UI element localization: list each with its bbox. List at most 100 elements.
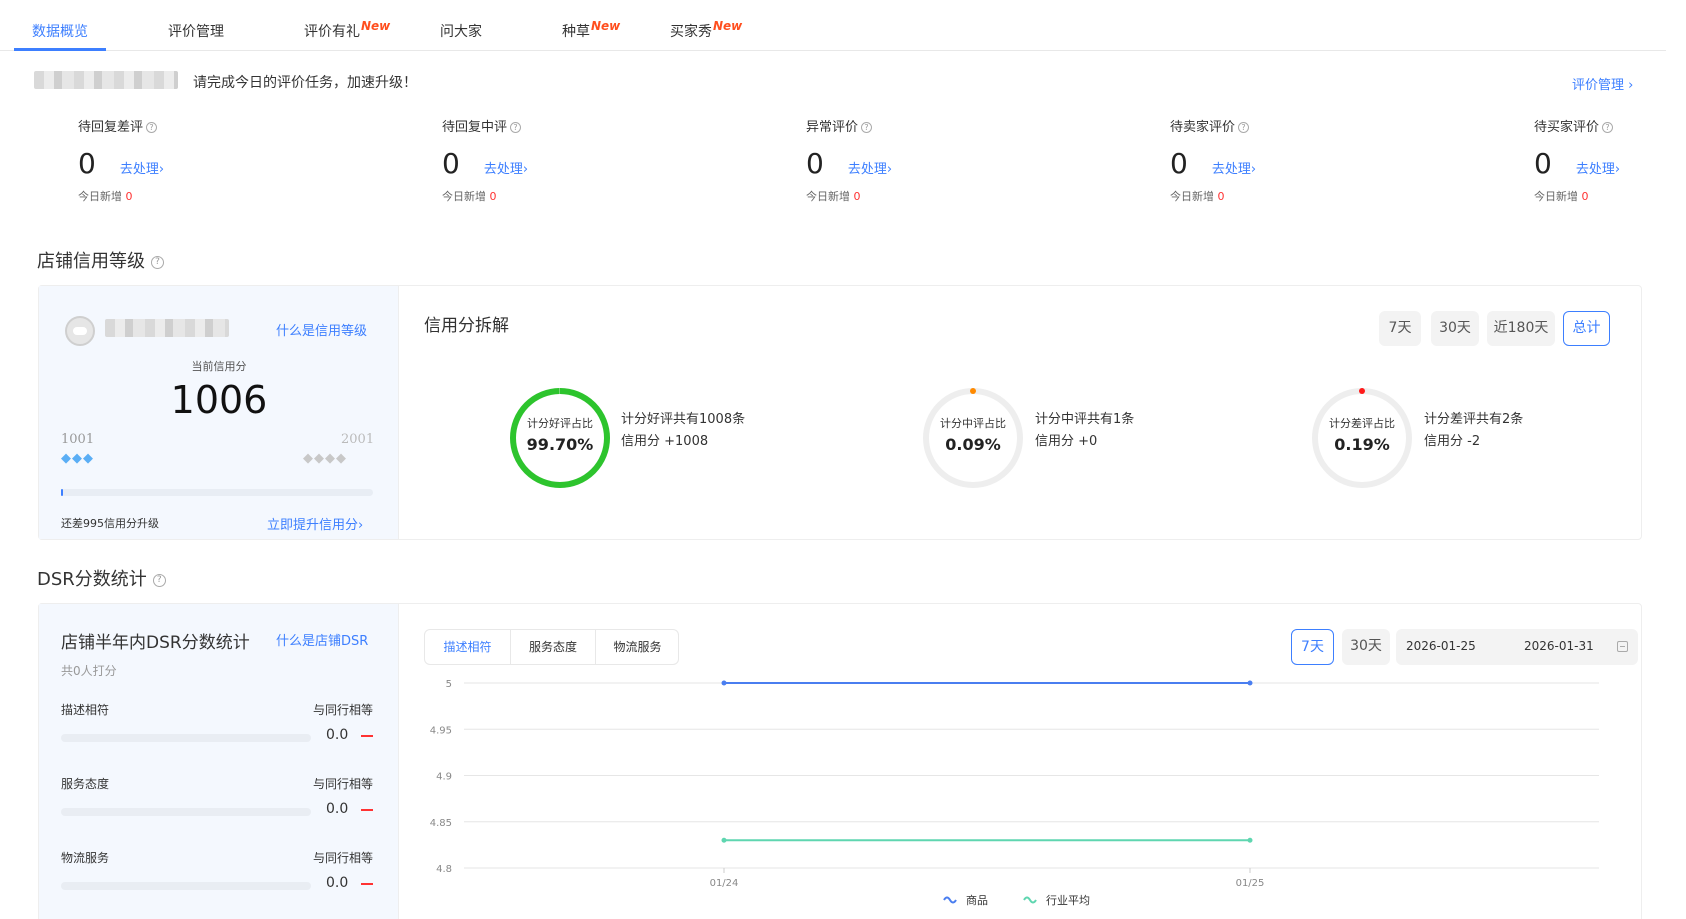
diamond-icons-next: ◆◆◆◆ bbox=[303, 451, 347, 466]
range-7d-button[interactable]: 7天 bbox=[1379, 311, 1421, 346]
equal-dash-icon bbox=[361, 883, 373, 885]
tab-label: 买家秀 bbox=[670, 24, 712, 40]
dsr-bar bbox=[61, 734, 311, 742]
go-process-link[interactable]: 去处理› bbox=[120, 162, 164, 177]
dsr-range-7d-button[interactable]: 7天 bbox=[1291, 629, 1334, 665]
dsr-row-compare: 与同行相等 bbox=[312, 703, 373, 717]
ring-desc-count: 计分差评共有2条 bbox=[1424, 412, 1524, 427]
legend-item[interactable]: 商品 bbox=[943, 893, 988, 907]
go-process-link[interactable]: 去处理› bbox=[848, 162, 892, 177]
tab-seeding[interactable]: 种草New bbox=[562, 19, 620, 41]
legend-swatch bbox=[1023, 896, 1037, 904]
level-max-label: 2001 bbox=[341, 432, 375, 447]
dsr-value: 0.0 bbox=[326, 727, 349, 743]
range-30d-button[interactable]: 30天 bbox=[1431, 311, 1479, 346]
help-icon[interactable]: ? bbox=[152, 573, 166, 587]
range-180d-button[interactable]: 近180天 bbox=[1487, 311, 1555, 346]
date-start[interactable]: 2026-01-25 bbox=[1406, 639, 1476, 653]
range-total-button[interactable]: 总计 bbox=[1563, 311, 1610, 346]
ring-desc-count: 计分好评共有1008条 bbox=[621, 412, 746, 427]
stat-pending-neutral: 待回复中评? 0 去处理› 今日新增 0 bbox=[442, 116, 528, 204]
what-is-credit-level-link[interactable]: 什么是信用等级 bbox=[276, 320, 367, 339]
avatar bbox=[65, 316, 95, 346]
today-new-value: 0 bbox=[1581, 190, 1589, 203]
dsr-row-description: 描述相符 与同行相等 0.0 bbox=[61, 701, 373, 743]
credit-progress-fill bbox=[61, 489, 63, 496]
dsr-metric-segmented-control: 描述相符 服务态度 物流服务 bbox=[424, 629, 679, 665]
tab-label: 问大家 bbox=[440, 24, 482, 40]
legend-label: 商品 bbox=[966, 893, 988, 907]
segment-logistics[interactable]: 物流服务 bbox=[596, 630, 679, 664]
dsr-value: 0.0 bbox=[326, 875, 349, 891]
what-is-dsr-link[interactable]: 什么是店铺DSR bbox=[276, 630, 368, 649]
data-point[interactable] bbox=[721, 837, 727, 843]
dsr-value: 0.0 bbox=[326, 801, 349, 817]
segment-description[interactable]: 描述相符 bbox=[425, 630, 510, 664]
help-icon[interactable]: ? bbox=[510, 122, 522, 133]
today-new-label: 今日新增 bbox=[1170, 190, 1214, 203]
blurred-shop-name bbox=[105, 319, 229, 337]
dsr-range-30d-button[interactable]: 30天 bbox=[1342, 629, 1390, 665]
credit-progress-bar bbox=[61, 489, 373, 496]
help-icon[interactable]: ? bbox=[151, 255, 164, 269]
go-process-link[interactable]: 去处理› bbox=[1576, 162, 1620, 177]
credit-breakdown-title: 信用分拆解 bbox=[424, 316, 509, 336]
legend-item[interactable]: 行业平均 bbox=[1023, 894, 1090, 907]
remaining-to-upgrade-text: 还差995信用分升级 bbox=[61, 517, 159, 530]
ring-value: 99.70% bbox=[526, 435, 594, 454]
level-min-label: 1001 bbox=[61, 432, 95, 447]
tab-buyer-show[interactable]: 买家秀New bbox=[670, 19, 742, 41]
tab-data-overview[interactable]: 数据概览 bbox=[32, 21, 88, 41]
diamond-icons-current: ◆◆◆ bbox=[61, 451, 94, 466]
go-process-link[interactable]: 去处理› bbox=[484, 162, 528, 177]
tab-label: 评价有礼 bbox=[304, 24, 360, 40]
stat-label: 待回复差评 bbox=[78, 120, 144, 135]
data-point[interactable] bbox=[1247, 837, 1253, 843]
tab-review-management[interactable]: 评价管理 bbox=[168, 21, 224, 41]
dsr-bar bbox=[61, 882, 311, 890]
dsr-left-pane: 店铺半年内DSR分数统计 什么是店铺DSR 共0人打分 描述相符 与同行相等 0… bbox=[39, 604, 399, 919]
today-new-value: 0 bbox=[489, 190, 497, 203]
legend-label: 行业平均 bbox=[1046, 894, 1090, 907]
blurred-shop-name bbox=[34, 71, 178, 89]
date-end[interactable]: 2026-01-31 bbox=[1524, 639, 1594, 653]
help-icon[interactable]: ? bbox=[1602, 122, 1614, 133]
today-new-value: 0 bbox=[853, 190, 861, 203]
ring-desc: 计分中评共有1条 信用分 +0 bbox=[1035, 409, 1134, 453]
tab-review-gift[interactable]: 评价有礼New bbox=[304, 19, 391, 41]
ring-marker bbox=[970, 388, 976, 394]
today-new-value: 0 bbox=[125, 190, 133, 203]
dsr-section-title: DSR分数统计? bbox=[37, 565, 166, 591]
ring-desc-count: 计分中评共有1条 bbox=[1035, 412, 1135, 427]
stat-pending-negative: 待回复差评? 0 去处理› 今日新增 0 bbox=[78, 116, 164, 204]
ring-desc-score: 信用分 +1008 bbox=[621, 434, 709, 449]
go-process-link[interactable]: 去处理› bbox=[1212, 162, 1256, 177]
help-icon[interactable]: ? bbox=[1238, 122, 1250, 133]
tab-label: 种草 bbox=[562, 24, 590, 40]
new-badge: New bbox=[361, 19, 391, 33]
ring-label: 计分中评占比 bbox=[940, 417, 1006, 430]
tab-bar: 数据概览 评价管理 评价有礼New 问大家 种草New 买家秀New bbox=[0, 0, 1666, 51]
x-tick-label: 01/24 bbox=[710, 878, 739, 889]
task-banner-text: 请完成今日的评价任务，加速升级！ bbox=[193, 75, 417, 91]
ring-marker bbox=[1359, 388, 1365, 394]
help-icon[interactable]: ? bbox=[861, 122, 873, 133]
review-management-link[interactable]: 评价管理 › bbox=[1572, 74, 1633, 93]
current-credit-label: 当前信用分 bbox=[191, 360, 247, 373]
data-point[interactable] bbox=[721, 680, 727, 686]
segment-service[interactable]: 服务态度 bbox=[511, 630, 595, 664]
today-new-label: 今日新增 bbox=[78, 190, 122, 203]
y-tick-label: 4.9 bbox=[436, 772, 452, 783]
dsr-panel-title: 店铺半年内DSR分数统计 bbox=[61, 633, 250, 653]
calendar-icon[interactable] bbox=[1617, 641, 1628, 652]
stat-label: 异常评价 bbox=[806, 120, 859, 135]
ring-desc: 计分差评共有2条 信用分 -2 bbox=[1424, 409, 1523, 453]
y-tick-label: 5 bbox=[446, 679, 452, 690]
dsr-row-service: 服务态度 与同行相等 0.0 bbox=[61, 775, 373, 817]
help-icon[interactable]: ? bbox=[146, 122, 158, 133]
improve-credit-link[interactable]: 立即提升信用分› bbox=[267, 514, 363, 533]
tab-ask-everyone[interactable]: 问大家 bbox=[440, 21, 482, 41]
active-tab-indicator bbox=[14, 48, 106, 51]
date-range-picker[interactable]: 2026-01-25 2026-01-31 bbox=[1396, 629, 1638, 665]
data-point[interactable] bbox=[1247, 680, 1253, 686]
